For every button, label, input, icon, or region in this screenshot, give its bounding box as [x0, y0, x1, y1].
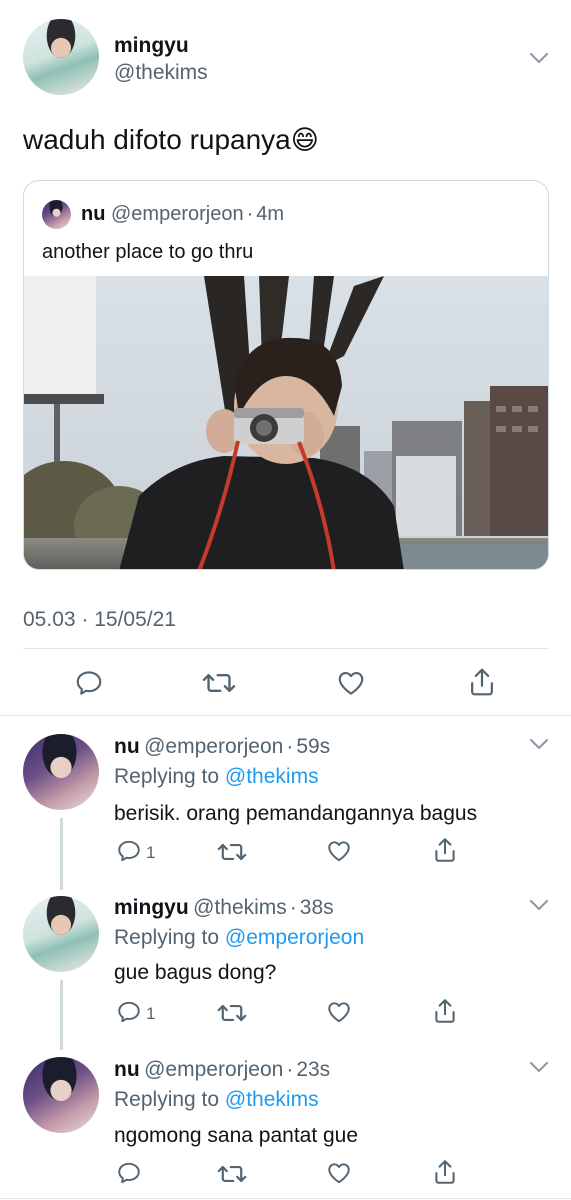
author-name[interactable]: mingyu	[114, 896, 189, 919]
chevron-down-icon[interactable]	[530, 739, 548, 750]
retweet-icon[interactable]	[217, 839, 247, 865]
replying-to: Replying to @thekims	[114, 1088, 319, 1112]
replying-prefix: Replying to	[114, 926, 220, 949]
grinning-emoji-icon: 😄	[290, 125, 319, 155]
replying-to-link[interactable]: @emperorjeon	[225, 926, 364, 949]
tweet-text-body: waduh difoto rupanya	[23, 124, 291, 155]
replying-to: Replying to @thekims	[114, 765, 319, 789]
retweet-icon[interactable]	[217, 1000, 247, 1026]
chevron-down-icon[interactable]	[530, 53, 548, 64]
quoted-author-handle: @emperorjeon	[111, 203, 244, 225]
tweet-time: 38s	[299, 896, 334, 919]
author-name[interactable]: nu	[114, 735, 140, 758]
author-name[interactable]: nu	[114, 1058, 140, 1081]
divider	[23, 648, 549, 649]
reply-count: 1	[146, 1004, 156, 1023]
reply-icon[interactable]	[74, 668, 104, 698]
author-handle[interactable]: @emperorjeon	[144, 735, 283, 758]
avatar[interactable]	[23, 896, 99, 972]
tweet-text: waduh difoto rupanya😄	[23, 124, 319, 156]
reply-icon[interactable]	[116, 1160, 142, 1186]
author-name[interactable]: mingyu	[114, 34, 189, 58]
tweet-timestamp[interactable]: 05.03 · 15/05/21	[23, 608, 176, 632]
divider	[0, 1198, 571, 1199]
reply-text: berisik. orang pemandangannya bagus	[114, 802, 478, 825]
quoted-tweet-card[interactable]: nu @emperorjeon · 4m another place to go t…	[23, 180, 549, 570]
avatar	[42, 200, 71, 229]
retweet-icon[interactable]	[202, 668, 236, 698]
quoted-text: another place to go thru	[42, 241, 254, 263]
tweet-time: 59s	[296, 735, 331, 758]
avatar[interactable]	[23, 19, 99, 95]
heart-icon[interactable]	[336, 668, 366, 698]
reply-header: mingyu @thekims · 38s	[114, 896, 334, 920]
author-handle[interactable]: @thekims	[114, 61, 208, 85]
chevron-down-icon[interactable]	[530, 900, 548, 911]
reply-icon[interactable]	[116, 838, 142, 864]
thread-line	[60, 980, 63, 1050]
share-icon[interactable]	[432, 1158, 458, 1186]
quoted-time: 4m	[256, 203, 285, 225]
share-icon[interactable]	[432, 997, 458, 1025]
avatar[interactable]	[23, 734, 99, 810]
share-icon[interactable]	[467, 666, 497, 698]
reply-header: nu @emperorjeon · 23s	[114, 1058, 330, 1082]
reply-icon[interactable]	[116, 999, 142, 1025]
chevron-down-icon[interactable]	[530, 1062, 548, 1073]
divider	[0, 715, 571, 716]
heart-icon[interactable]	[326, 1160, 352, 1186]
quoted-header: nu @emperorjeon · 4m	[81, 203, 284, 226]
dot-separator: ·	[286, 735, 294, 758]
heart-icon[interactable]	[326, 838, 352, 864]
tweet-time: 23s	[296, 1058, 331, 1081]
replying-prefix: Replying to	[114, 765, 220, 788]
dot-separator: ·	[289, 896, 297, 919]
reply-text: ngomong sana pantat gue	[114, 1124, 359, 1147]
dot-separator: ·	[246, 203, 254, 225]
author-handle[interactable]: @emperorjeon	[144, 1058, 283, 1081]
quoted-photo[interactable]	[24, 276, 549, 570]
thread-line	[60, 818, 63, 890]
replying-to-link[interactable]: @thekims	[225, 765, 319, 788]
replying-prefix: Replying to	[114, 1088, 220, 1111]
quoted-author-name: nu	[81, 203, 106, 225]
author-handle[interactable]: @thekims	[193, 896, 287, 919]
avatar[interactable]	[23, 1057, 99, 1133]
share-icon[interactable]	[432, 836, 458, 864]
reply-text: gue bagus dong?	[114, 961, 277, 984]
reply-header: nu @emperorjeon · 59s	[114, 735, 330, 759]
replying-to-link[interactable]: @thekims	[225, 1088, 319, 1111]
retweet-icon[interactable]	[217, 1161, 247, 1187]
reply-count: 1	[146, 843, 156, 862]
dot-separator: ·	[286, 1058, 294, 1081]
heart-icon[interactable]	[326, 999, 352, 1025]
replying-to: Replying to @emperorjeon	[114, 926, 364, 950]
